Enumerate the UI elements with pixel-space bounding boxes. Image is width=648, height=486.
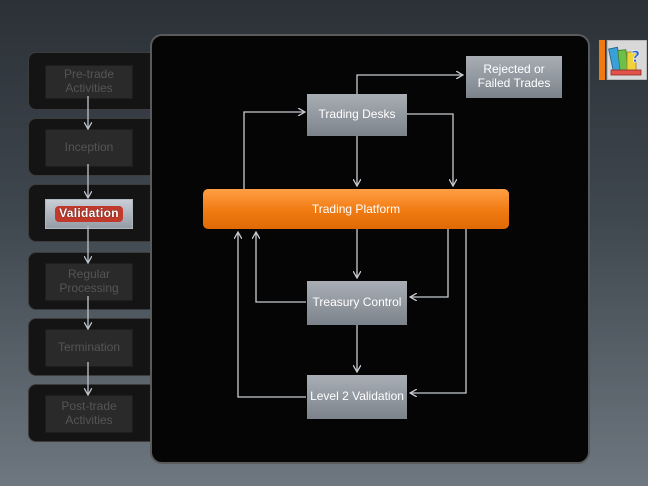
- svg-text:?: ?: [631, 47, 640, 66]
- rejected-trades-box: Rejected or Failed Trades: [466, 56, 562, 98]
- trading-platform-bar: Trading Platform: [203, 189, 509, 229]
- level2-validation-box: Level 2 Validation: [307, 375, 407, 419]
- treasury-control-box: Treasury Control: [307, 281, 407, 325]
- trading-desks-box: Trading Desks: [307, 94, 407, 136]
- books-question-icon[interactable]: ?: [599, 39, 648, 81]
